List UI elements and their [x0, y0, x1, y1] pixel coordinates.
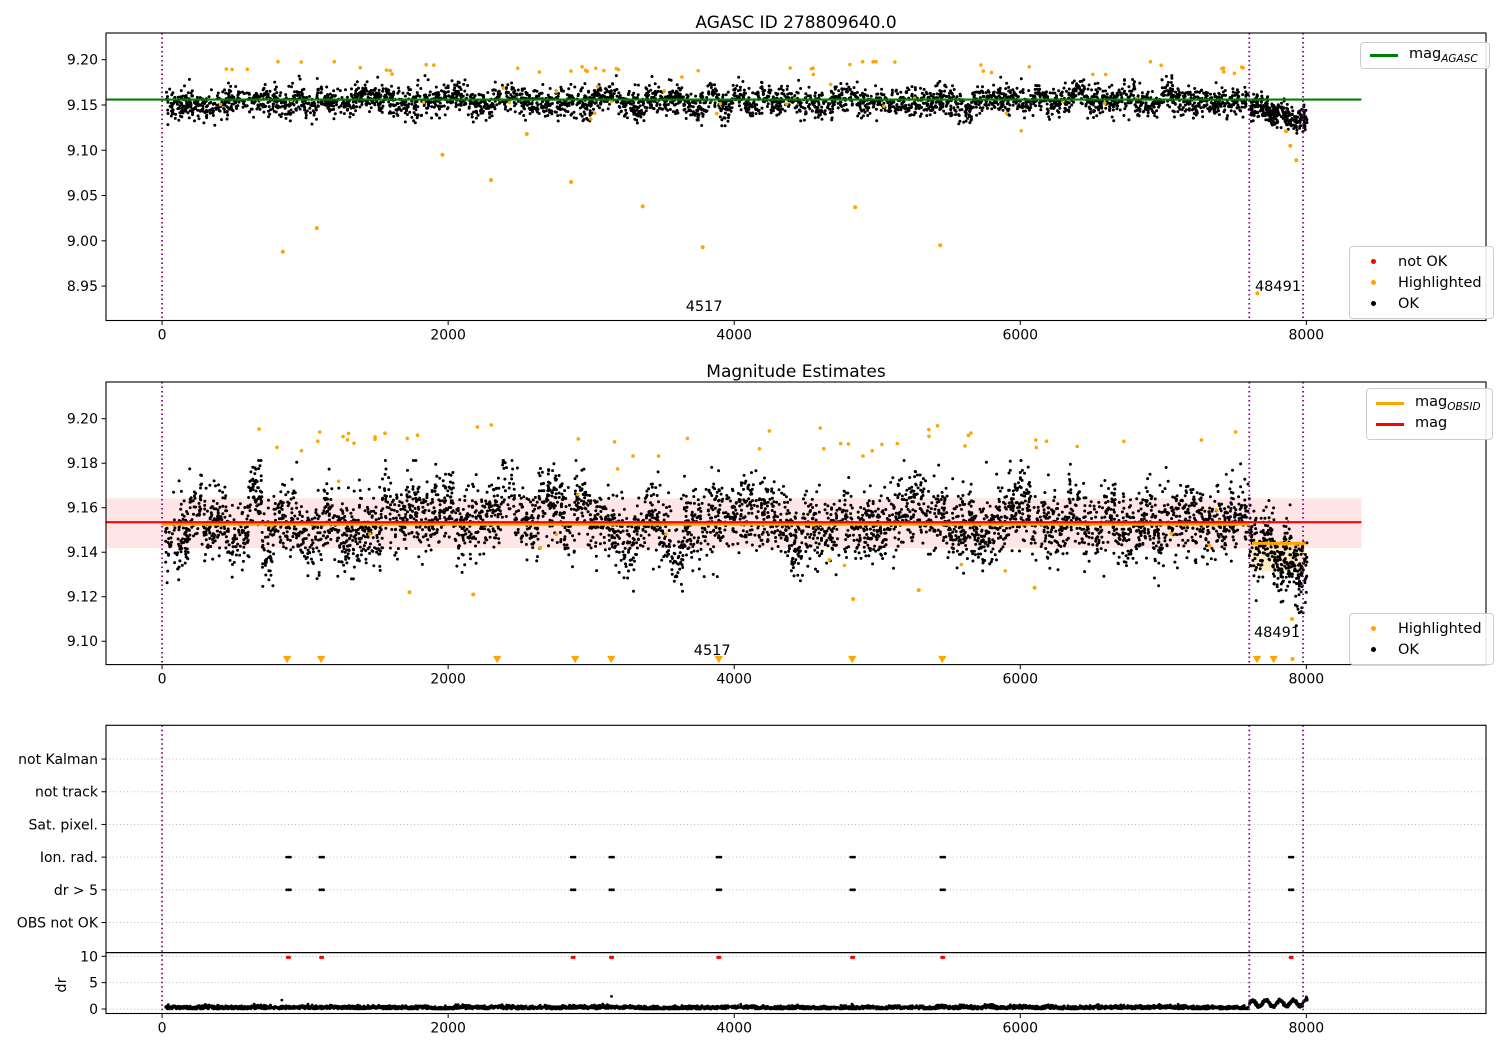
plot1-title: AGASC ID 278809640.0 — [695, 13, 897, 33]
dr-axis-label: dr — [54, 977, 70, 993]
figure-svg: 0 2000 4000 6000 8000 8.95 9.00 9.05 9.10 9.15 9.2… — [17, 32, 1487, 1037]
legend-label: magAGASC — [1409, 46, 1478, 65]
y-tick-label: 0 — [89, 1002, 98, 1018]
y-tick-label: not track — [35, 785, 99, 801]
y-tick-label: 9.10 — [67, 634, 98, 650]
highlighted-dot-swatch — [1357, 280, 1389, 285]
y-tick-label: 9.18 — [67, 456, 98, 472]
series-dr-stray — [280, 995, 613, 1002]
y-tick-label: 9.14 — [67, 545, 98, 561]
legend-item-mag-obsid: magOBSID — [1374, 393, 1481, 414]
x-tick-label: 8000 — [1289, 328, 1325, 344]
obsid-annotation-4517-plot1: 4517 — [685, 299, 723, 315]
x-tick-label: 4000 — [716, 672, 752, 688]
legend-label: magOBSID — [1415, 394, 1481, 413]
x-tick-label: 6000 — [1002, 328, 1038, 344]
y-tick-label: 10 — [80, 949, 98, 965]
plot1-line-legend: magAGASC — [1360, 42, 1490, 69]
plot-area-0 — [106, 33, 1362, 321]
y-tick-label: Sat. pixel. — [29, 817, 98, 833]
x-tick-label: 6000 — [1002, 672, 1038, 688]
plot2-line-legend: magOBSID mag — [1366, 388, 1493, 440]
y-tick-label: 9.10 — [67, 143, 98, 159]
y-tick-label: not Kalman — [18, 752, 98, 768]
figure: 0 2000 4000 6000 8000 8.95 9.00 9.05 9.10 9.15 9.2… — [0, 0, 1500, 1050]
x-tick-label: 0 — [158, 328, 167, 344]
obsid-annotation-48491-plot1: 48491 — [1254, 279, 1302, 296]
legend-item-highlighted: Highlighted — [1357, 272, 1482, 293]
series-ok-cloud-trail — [1247, 90, 1309, 135]
legend-label: mag — [1415, 415, 1448, 432]
mag-obsid-line-swatch — [1374, 402, 1406, 405]
plot1-marker-legend: not OK Highlighted OK — [1349, 246, 1494, 319]
highlighted-dot-swatch — [1357, 626, 1389, 631]
ok-dot-swatch — [1357, 301, 1389, 306]
y-tick-label: dr > 5 — [54, 883, 98, 899]
x-tick-label: 2000 — [430, 1021, 466, 1037]
x-tick-label: 4000 — [716, 328, 752, 344]
y-tick-label: 9.20 — [67, 412, 98, 428]
legend-label: Highlighted — [1398, 620, 1482, 637]
x-tick-label: 0 — [158, 672, 167, 688]
series-highlighted-top — [257, 423, 1238, 458]
x-tick-label: 8000 — [1289, 672, 1325, 688]
mag-agasc-line-swatch — [1368, 54, 1400, 57]
y-tick-label: OBS not OK — [17, 916, 99, 932]
legend-label: not OK — [1398, 253, 1448, 270]
y-tick-label: 9.12 — [67, 590, 98, 606]
series-ok-cloud — [164, 74, 1250, 128]
obsid-annotation-4517-plot2: 4517 — [693, 643, 731, 660]
x-tick-label: 4000 — [716, 1021, 752, 1037]
plot-area-2 — [106, 725, 1486, 1014]
legend-label: Highlighted — [1398, 274, 1482, 291]
y-tick-label: 5 — [89, 976, 98, 992]
series-dr-cloud-trail — [1248, 995, 1309, 1009]
plot2-title: Magnitude Estimates — [706, 362, 886, 382]
plot2-marker-legend: Highlighted OK — [1349, 613, 1494, 665]
ok-dot-swatch — [1357, 647, 1389, 652]
series-highlighted-low-outliers — [280, 129, 1299, 296]
y-tick-label: 8.95 — [67, 279, 98, 295]
chart-canvas: 0 2000 4000 6000 8000 8.95 9.00 9.05 9.10 9.15 9.2… — [0, 0, 1500, 1050]
y-tick-label: 9.16 — [67, 501, 98, 517]
legend-item-mag: mag — [1374, 414, 1481, 435]
y-tick-label: 9.15 — [67, 98, 98, 114]
series-highlighted-top — [224, 59, 1245, 77]
y-tick-label: Ion. rad. — [40, 850, 98, 866]
series-highlighted-low — [407, 585, 1295, 661]
legend-item-ok: OK — [1357, 639, 1482, 660]
legend-label: OK — [1398, 641, 1419, 658]
y-tick-label: 9.05 — [67, 189, 98, 205]
series-dr-cloud — [164, 1002, 1250, 1011]
legend-item-not-ok: not OK — [1357, 251, 1482, 272]
legend-item-ok: OK — [1357, 293, 1482, 314]
series-ion-rad-flags — [285, 855, 1295, 859]
mag-line-swatch — [1374, 423, 1406, 426]
legend-label: OK — [1398, 295, 1419, 312]
y-tick-label: 9.20 — [67, 53, 98, 69]
not-ok-dot-swatch — [1357, 259, 1389, 264]
x-tick-label: 2000 — [430, 672, 466, 688]
series-dr-gt-5-flags — [285, 888, 1295, 892]
x-tick-label: 8000 — [1289, 1021, 1325, 1037]
plot-area-1 — [106, 382, 1362, 665]
legend-item-highlighted: Highlighted — [1357, 618, 1482, 639]
series-highlighted-clipped-triangles — [282, 655, 1278, 664]
y-tick-label: 9.00 — [67, 234, 98, 250]
x-tick-label: 0 — [158, 1021, 167, 1037]
x-tick-label: 6000 — [1002, 1021, 1038, 1037]
x-tick-label: 2000 — [430, 328, 466, 344]
legend-item-mag-agasc: magAGASC — [1368, 46, 1478, 65]
obsid-annotation-48491-plot2: 48491 — [1253, 625, 1301, 642]
